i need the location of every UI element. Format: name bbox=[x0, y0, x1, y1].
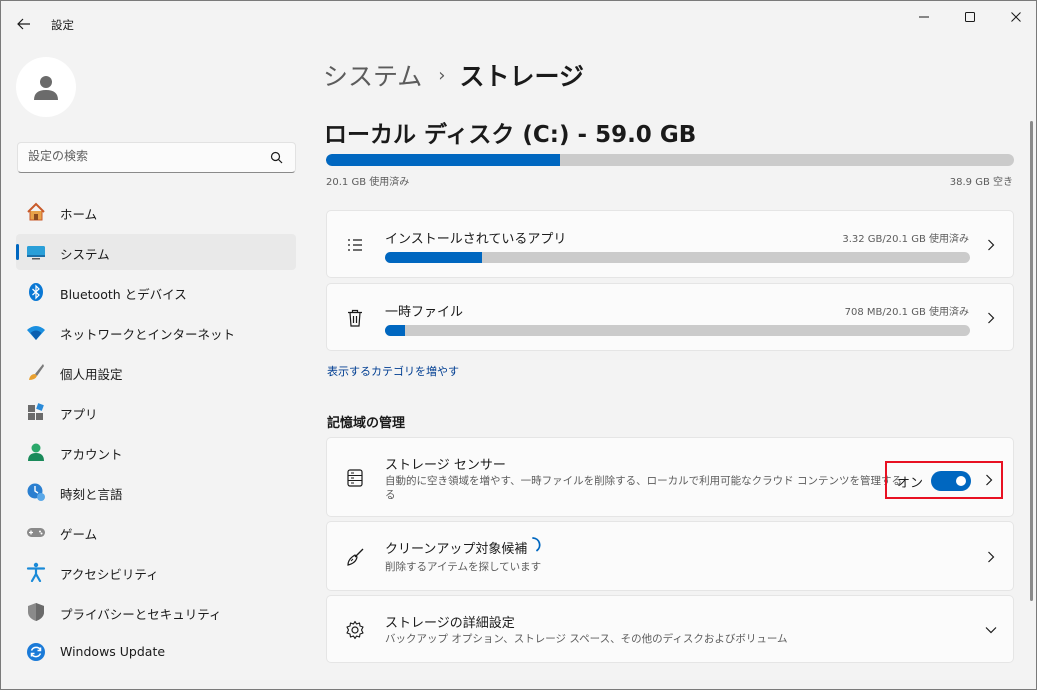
breadcrumb-parent[interactable]: システム bbox=[323, 57, 422, 93]
sidebar-item-home[interactable]: ホーム bbox=[16, 194, 296, 230]
sidebar-item-windows-update[interactable]: Windows Update bbox=[16, 634, 296, 670]
search-input[interactable] bbox=[28, 149, 268, 163]
cleanup-description: 削除するアイテムを探しています bbox=[385, 561, 542, 573]
minimize-button[interactable] bbox=[901, 1, 947, 33]
bluetooth-icon bbox=[26, 282, 46, 302]
disk-used-label: 20.1 GB 使用済み bbox=[326, 177, 410, 188]
sidebar-item-time-language[interactable]: 時刻と言語 bbox=[16, 474, 296, 510]
sidebar-item-apps[interactable]: アプリ bbox=[16, 394, 296, 430]
user-avatar[interactable] bbox=[16, 57, 76, 117]
brush-icon bbox=[26, 362, 46, 382]
gamepad-icon bbox=[26, 522, 46, 542]
sidebar-item-label: ゲーム bbox=[60, 527, 98, 542]
home-icon bbox=[26, 202, 46, 222]
sidebar-item-label: Windows Update bbox=[60, 644, 166, 659]
sidebar-item-personalization[interactable]: 個人用設定 bbox=[16, 354, 296, 390]
person-icon bbox=[34, 76, 58, 100]
category-usage-fill bbox=[385, 325, 405, 336]
disk-free-label: 38.9 GB 空き bbox=[949, 177, 1013, 188]
category-title: 一時ファイル bbox=[385, 305, 464, 320]
chevron-down-icon bbox=[983, 622, 999, 638]
storage-management-heading: 記憶域の管理 bbox=[327, 416, 406, 431]
advanced-storage-settings-card[interactable]: ストレージの詳細設定 バックアップ オプション、ストレージ スペース、その他のデ… bbox=[326, 595, 1014, 663]
page-title: ストレージ bbox=[459, 62, 584, 91]
sidebar-item-gaming[interactable]: ゲーム bbox=[16, 514, 296, 550]
category-usage-fill bbox=[385, 252, 482, 263]
maximize-button[interactable] bbox=[947, 1, 993, 33]
category-usage-bar bbox=[385, 325, 970, 336]
category-usage-bar bbox=[385, 252, 970, 263]
sidebar-item-accessibility[interactable]: アクセシビリティ bbox=[16, 554, 296, 590]
sidebar-item-label: 時刻と言語 bbox=[60, 487, 123, 502]
sidebar-item-label: アプリ bbox=[60, 407, 98, 422]
chevron-right-icon bbox=[983, 237, 999, 253]
toggle-knob bbox=[956, 476, 966, 486]
cleanup-title: クリーンアップ対象候補 bbox=[385, 542, 528, 557]
breadcrumb: システム › ストレージ bbox=[323, 57, 584, 93]
chevron-right-icon bbox=[983, 549, 999, 565]
show-more-categories-link[interactable]: 表示するカテゴリを増やす bbox=[327, 363, 459, 379]
window-title: 設定 bbox=[51, 18, 74, 32]
sidebar-item-label: Bluetooth とデバイス bbox=[60, 287, 187, 302]
system-display-icon bbox=[26, 242, 46, 262]
advanced-storage-description: バックアップ オプション、ストレージ スペース、その他のディスクおよびボリューム bbox=[385, 633, 788, 645]
sidebar-item-label: プライバシーとセキュリティ bbox=[60, 607, 222, 622]
category-installed-apps[interactable]: インストールされているアプリ 3.32 GB/20.1 GB 使用済み bbox=[326, 210, 1014, 278]
trash-icon bbox=[344, 307, 366, 329]
disk-usage-fill bbox=[326, 154, 560, 166]
back-arrow-icon bbox=[17, 18, 30, 30]
storage-sense-title: ストレージ センサー bbox=[385, 458, 506, 473]
disk-usage-bar bbox=[326, 154, 1014, 166]
account-icon bbox=[26, 442, 46, 462]
toggle-state-label: オン bbox=[897, 476, 924, 491]
chevron-right-icon bbox=[983, 310, 999, 326]
scrollbar[interactable] bbox=[1030, 121, 1033, 601]
accessibility-icon bbox=[26, 562, 46, 582]
time-language-icon bbox=[26, 482, 46, 502]
storage-sense-toggle[interactable] bbox=[931, 471, 971, 491]
category-usage: 3.32 GB/20.1 GB 使用済み bbox=[842, 234, 969, 245]
sidebar-item-label: ホーム bbox=[60, 207, 98, 222]
title-bar: 設定 bbox=[1, 1, 1036, 45]
windows-update-icon bbox=[26, 642, 46, 662]
back-button[interactable] bbox=[11, 11, 37, 37]
close-icon bbox=[1011, 12, 1021, 22]
wifi-icon bbox=[26, 322, 46, 342]
sidebar-item-label: システム bbox=[60, 247, 110, 262]
list-icon bbox=[344, 234, 366, 256]
minimize-icon bbox=[919, 16, 929, 18]
sidebar-item-label: アクセシビリティ bbox=[60, 567, 159, 582]
storage-drive-icon bbox=[344, 467, 366, 489]
sidebar-item-bluetooth[interactable]: Bluetooth とデバイス bbox=[16, 274, 296, 310]
storage-sense-toggle-highlight: オン bbox=[885, 461, 1003, 499]
category-temporary-files[interactable]: 一時ファイル 708 MB/20.1 GB 使用済み bbox=[326, 283, 1014, 351]
sidebar-item-system[interactable]: システム bbox=[16, 234, 296, 270]
sidebar-item-accounts[interactable]: アカウント bbox=[16, 434, 296, 470]
cleanup-recommendations-card[interactable]: クリーンアップ対象候補 削除するアイテムを探しています bbox=[326, 521, 1014, 591]
category-usage: 708 MB/20.1 GB 使用済み bbox=[844, 307, 969, 318]
close-button[interactable] bbox=[993, 1, 1037, 33]
sidebar-nav: ホーム システム Bluetooth とデバイス ネットワークとインターネット … bbox=[16, 194, 296, 674]
sidebar-item-network[interactable]: ネットワークとインターネット bbox=[16, 314, 296, 350]
sidebar-item-label: ネットワークとインターネット bbox=[60, 327, 236, 342]
breadcrumb-separator: › bbox=[438, 64, 446, 86]
storage-sense-description-wrap: る bbox=[385, 489, 396, 501]
sidebar-item-label: アカウント bbox=[60, 447, 123, 462]
apps-icon bbox=[26, 402, 46, 422]
shield-icon bbox=[26, 602, 46, 622]
sidebar-item-label: 個人用設定 bbox=[60, 367, 123, 382]
loading-spinner-icon bbox=[532, 537, 541, 552]
chevron-right-icon[interactable] bbox=[981, 472, 997, 488]
disk-title: ローカル ディスク (C:) - 59.0 GB bbox=[324, 122, 697, 148]
gear-icon bbox=[344, 619, 366, 641]
broom-icon bbox=[344, 546, 366, 568]
category-title: インストールされているアプリ bbox=[385, 232, 567, 247]
advanced-storage-title: ストレージの詳細設定 bbox=[385, 616, 515, 631]
maximize-icon bbox=[965, 12, 975, 22]
storage-sense-description: 自動的に空き領域を増やす、一時ファイルを削除する、ローカルで利用可能なクラウド … bbox=[385, 475, 902, 487]
settings-search[interactable] bbox=[17, 142, 296, 173]
search-icon[interactable] bbox=[270, 151, 283, 164]
sidebar-item-privacy[interactable]: プライバシーとセキュリティ bbox=[16, 594, 296, 630]
